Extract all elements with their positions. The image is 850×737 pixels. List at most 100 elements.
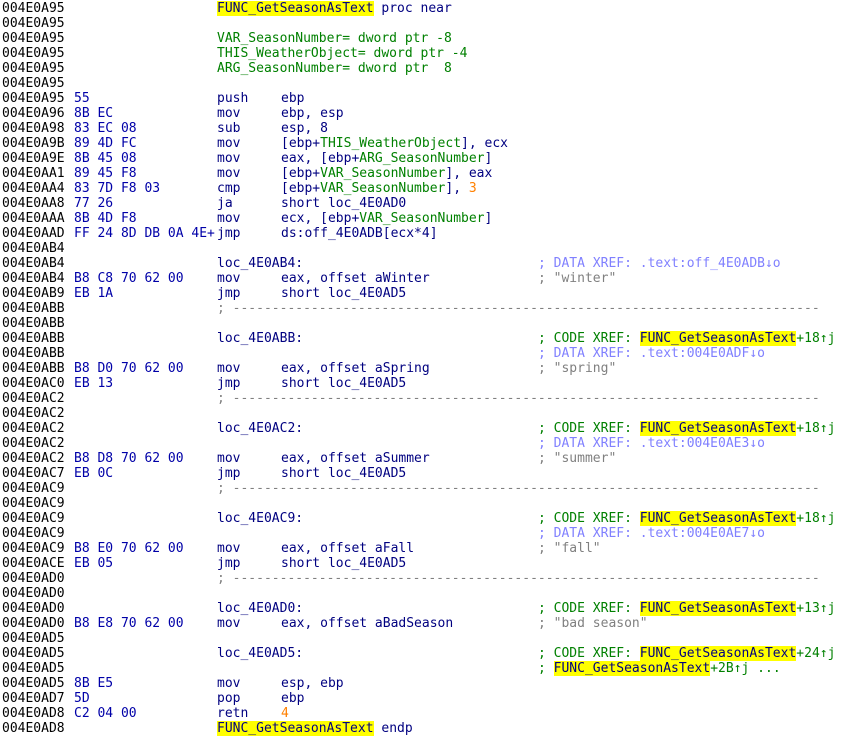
xref-function-link[interactable]: FUNC_GetSeasonAsText <box>639 646 797 661</box>
listing-line[interactable]: 004E0ABB loc_4E0ABB: ; CODE XREF: FUNC_Get… <box>0 331 850 346</box>
code-label[interactable]: loc_4E0AD0: <box>217 601 303 616</box>
operands[interactable]: ds:off_4E0ADB[ecx*4] <box>281 226 438 241</box>
code-label[interactable]: loc_4E0AD5: <box>217 646 303 661</box>
disassembly-listing[interactable]: 004E0A95 FUNC_GetSeasonAsText proc near 00… <box>0 0 850 737</box>
listing-line[interactable]: 004E0AC2 B8 D8 70 62 00 mov eax, offset aSu… <box>0 451 850 466</box>
listing-line[interactable]: 004E0AD0 B8 E8 70 62 00 mov eax, offset aBa… <box>0 616 850 631</box>
listing-line[interactable]: 004E0AB4 B8 C8 70 62 00 mov eax, offset aWi… <box>0 271 850 286</box>
stack-variable[interactable]: VAR_SeasonNumber= dword ptr -8 <box>217 31 452 46</box>
listing-line[interactable]: 004E0AD5 <box>0 631 850 646</box>
address: 004E0A96 <box>2 106 65 121</box>
operands[interactable]: esp, 8 <box>281 121 328 136</box>
operands[interactable]: eax, offset aFall <box>281 541 414 556</box>
listing-line[interactable]: 004E0AC9 <box>0 496 850 511</box>
xref-function-link[interactable]: FUNC_GetSeasonAsText <box>639 421 797 436</box>
xref-function-link[interactable]: FUNC_GetSeasonAsText <box>639 511 797 526</box>
address: 004E0AC7 <box>2 466 65 481</box>
listing-line[interactable]: 004E0A98 83 EC 08 sub esp, 8 <box>0 121 850 136</box>
listing-line[interactable]: 004E0AC9 B8 E0 70 62 00 mov eax, offset aFa… <box>0 541 850 556</box>
operands[interactable]: short loc_4E0AD5 <box>281 556 406 571</box>
opcode-bytes: 83 7D F8 03 <box>74 181 161 196</box>
operands[interactable]: ebp <box>281 91 304 106</box>
listing-line[interactable]: 004E0AD0 <box>0 586 850 601</box>
code-label[interactable]: loc_4E0ABB: <box>217 331 303 346</box>
xref-function-link[interactable]: FUNC_GetSeasonAsText <box>639 331 797 346</box>
listing-line[interactable]: 004E0AC2 loc_4E0AC2: ; CODE XREF: FUNC_Get… <box>0 421 850 436</box>
operands[interactable]: short loc_4E0AD5 <box>281 376 406 391</box>
listing-line[interactable]: 004E0AC7 EB 0C jmp short loc_4E0AD5 <box>0 466 850 481</box>
mnemonic: mov <box>217 451 241 466</box>
listing-line[interactable]: 004E0AD5; FUNC_GetSeasonAsText+2B↑j ... <box>0 661 850 676</box>
operands[interactable]: 4 <box>281 706 289 721</box>
listing-line[interactable]: 004E0AB9 EB 1A jmp short loc_4E0AD5 <box>0 286 850 301</box>
listing-line[interactable]: 004E0A95 FUNC_GetSeasonAsText proc near <box>0 1 850 16</box>
listing-line[interactable]: 004E0AB4 <box>0 241 850 256</box>
listing-line[interactable]: 004E0AA8 77 26 ja short loc_4E0AD0 <box>0 196 850 211</box>
operands[interactable]: esp, ebp <box>281 676 344 691</box>
listing-line[interactable]: 004E0AA1 89 45 F8 mov [ebp+VAR_SeasonNumber… <box>0 166 850 181</box>
listing-line[interactable]: 004E0AC9 ; ------------------------------… <box>0 481 850 496</box>
operands[interactable]: eax, offset aSummer <box>281 451 430 466</box>
address: 004E0ABB <box>2 301 65 316</box>
listing-line[interactable]: 004E0AC2 ; ------------------------------… <box>0 391 850 406</box>
listing-line[interactable]: 004E0ACE EB 05 jmp short loc_4E0AD5 <box>0 556 850 571</box>
listing-line[interactable]: 004E0AC9 ; DATA XREF: .text:004E0AE7↓o <box>0 526 850 541</box>
listing-line[interactable]: 004E0AD5 8B E5 mov esp, ebp <box>0 676 850 691</box>
listing-line[interactable]: 004E0ABB ; DATA XREF: .text:004E0ADF↓o <box>0 346 850 361</box>
listing-line[interactable]: 004E0A9B 89 4D FC mov [ebp+THIS_WeatherObje… <box>0 136 850 151</box>
listing-line[interactable]: 004E0AD0 ; ------------------------------… <box>0 571 850 586</box>
listing-line[interactable]: 004E0A95 55 push ebp <box>0 91 850 106</box>
xref-function-link[interactable]: FUNC_GetSeasonAsText <box>639 601 797 616</box>
address: 004E0AC2 <box>2 436 65 451</box>
code-label[interactable]: loc_4E0AC2: <box>217 421 303 436</box>
listing-line[interactable]: 004E0AD5 loc_4E0AD5: ; CODE XREF: FUNC_Get… <box>0 646 850 661</box>
function-name[interactable]: FUNC_GetSeasonAsText <box>217 1 374 16</box>
address: 004E0AC0 <box>2 376 65 391</box>
listing-line[interactable]: 004E0AB4 loc_4E0AB4: ; DATA XREF: .text:of… <box>0 256 850 271</box>
operands[interactable]: [ebp+VAR_SeasonNumber], eax <box>281 166 492 181</box>
string-comment: ; "bad season" <box>538 616 648 631</box>
listing-line[interactable]: 004E0AD8 FUNC_GetSeasonAsText endp <box>0 721 850 736</box>
listing-line[interactable]: 004E0AC2 ; DATA XREF: .text:004E0AE3↓o <box>0 436 850 451</box>
listing-line[interactable]: 004E0A95 <box>0 76 850 91</box>
listing-line[interactable]: 004E0AD8 C2 04 00 retn 4 <box>0 706 850 721</box>
operands[interactable]: [ebp+VAR_SeasonNumber], 3 <box>281 181 477 196</box>
operands[interactable]: eax, [ebp+ARG_SeasonNumber] <box>281 151 492 166</box>
listing-line[interactable]: 004E0A95 THIS_WeatherObject= dword ptr -4 <box>0 46 850 61</box>
xref-function-link[interactable]: FUNC_GetSeasonAsText <box>553 661 711 676</box>
operands[interactable]: ebp, esp <box>281 106 344 121</box>
listing-line[interactable]: 004E0A95 <box>0 16 850 31</box>
listing-line[interactable]: 004E0A9E 8B 45 08 mov eax, [ebp+ARG_SeasonN… <box>0 151 850 166</box>
listing-line[interactable]: 004E0AD7 5D pop ebp <box>0 691 850 706</box>
operands[interactable]: short loc_4E0AD0 <box>281 196 406 211</box>
operands[interactable]: ecx, [ebp+VAR_SeasonNumber] <box>281 211 492 226</box>
stack-variable[interactable]: ARG_SeasonNumber= dword ptr 8 <box>217 61 452 76</box>
listing-line[interactable]: 004E0AAA 8B 4D F8 mov ecx, [ebp+VAR_SeasonN… <box>0 211 850 226</box>
listing-line[interactable]: 004E0A96 8B EC mov ebp, esp <box>0 106 850 121</box>
operands[interactable]: eax, offset aWinter <box>281 271 430 286</box>
code-label[interactable]: loc_4E0AC9: <box>217 511 303 526</box>
listing-line[interactable]: 004E0AD0 loc_4E0AD0: ; CODE XREF: FUNC_Get… <box>0 601 850 616</box>
listing-line[interactable]: 004E0AC9 loc_4E0AC9: ; CODE XREF: FUNC_Get… <box>0 511 850 526</box>
opcode-bytes: B8 E8 70 62 00 <box>74 616 184 631</box>
listing-line[interactable]: 004E0A95 ARG_SeasonNumber= dword ptr 8 <box>0 61 850 76</box>
code-label[interactable]: loc_4E0AB4: <box>217 256 303 271</box>
operands[interactable]: ebp <box>281 691 304 706</box>
function-name[interactable]: FUNC_GetSeasonAsText <box>217 721 374 736</box>
listing-line[interactable]: 004E0A95 VAR_SeasonNumber= dword ptr -8 <box>0 31 850 46</box>
listing-line[interactable]: 004E0AC0 EB 13 jmp short loc_4E0AD5 <box>0 376 850 391</box>
operands[interactable]: eax, offset aSpring <box>281 361 430 376</box>
listing-line[interactable]: 004E0AA4 83 7D F8 03 cmp [ebp+VAR_SeasonNum… <box>0 181 850 196</box>
listing-line[interactable]: 004E0ABB <box>0 316 850 331</box>
operands[interactable]: short loc_4E0AD5 <box>281 286 406 301</box>
operands[interactable]: [ebp+THIS_WeatherObject], ecx <box>281 136 508 151</box>
comment-text: ; DATA XREF: .text:004E0AE7↓o <box>538 526 765 541</box>
comment-text: ; DATA XREF: .text:off_4E0ADB↓o <box>538 256 781 271</box>
listing-line[interactable]: 004E0AC2 <box>0 406 850 421</box>
listing-line[interactable]: 004E0AAD FF 24 8D DB 0A 4E+ jmp ds:off_4E0A… <box>0 226 850 241</box>
operands[interactable]: eax, offset aBadSeason <box>281 616 453 631</box>
listing-line[interactable]: 004E0ABB B8 D0 70 62 00 mov eax, offset aSp… <box>0 361 850 376</box>
listing-line[interactable]: 004E0ABB ; ------------------------------… <box>0 301 850 316</box>
stack-variable[interactable]: THIS_WeatherObject= dword ptr -4 <box>217 46 467 61</box>
operands[interactable]: short loc_4E0AD5 <box>281 466 406 481</box>
